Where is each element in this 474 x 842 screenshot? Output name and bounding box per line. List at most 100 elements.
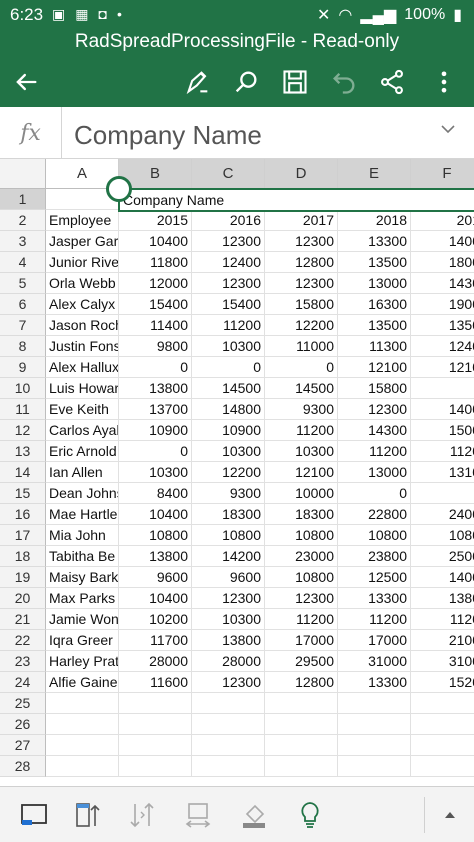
salary-cell[interactable]: 13800 xyxy=(119,546,192,567)
salary-cell[interactable]: 1350 xyxy=(411,315,474,336)
salary-cell[interactable]: 9300 xyxy=(192,483,265,504)
salary-cell[interactable]: 12300 xyxy=(338,399,411,420)
grid-cell[interactable] xyxy=(119,714,192,735)
header-year[interactable]: 201 xyxy=(411,210,474,231)
salary-cell[interactable]: 9600 xyxy=(119,567,192,588)
salary-cell[interactable]: 1520 xyxy=(411,672,474,693)
salary-cell[interactable]: 13300 xyxy=(338,231,411,252)
salary-cell[interactable]: 28000 xyxy=(192,651,265,672)
salary-cell[interactable]: 2400 xyxy=(411,504,474,525)
header-year[interactable]: 2016 xyxy=(192,210,265,231)
salary-cell[interactable]: 12300 xyxy=(265,273,338,294)
employee-name-cell[interactable]: Tabitha Be xyxy=(46,546,119,567)
salary-cell[interactable]: 12300 xyxy=(192,588,265,609)
salary-cell[interactable]: 10900 xyxy=(192,420,265,441)
employee-name-cell[interactable]: Eve Keith xyxy=(46,399,119,420)
grid-cell[interactable] xyxy=(119,735,192,756)
employee-name-cell[interactable]: Carlos Ayal xyxy=(46,420,119,441)
salary-cell[interactable]: 1400 xyxy=(411,231,474,252)
grid-cell[interactable] xyxy=(192,735,265,756)
salary-cell[interactable]: 23000 xyxy=(265,546,338,567)
header-employee[interactable]: Employee xyxy=(46,210,119,231)
row-header-10[interactable]: 10 xyxy=(0,378,46,399)
row-header-5[interactable]: 5 xyxy=(0,273,46,294)
salary-cell[interactable]: 11200 xyxy=(265,420,338,441)
employee-name-cell[interactable]: Jamie Won xyxy=(46,609,119,630)
grid-cell[interactable] xyxy=(411,714,474,735)
salary-cell[interactable]: 11200 xyxy=(338,609,411,630)
save-button[interactable] xyxy=(277,64,313,100)
row-header-14[interactable]: 14 xyxy=(0,462,46,483)
salary-cell[interactable]: 17000 xyxy=(338,630,411,651)
edit-button[interactable] xyxy=(180,64,216,100)
salary-cell[interactable]: 12300 xyxy=(265,588,338,609)
salary-cell[interactable]: 12500 xyxy=(338,567,411,588)
row-header-4[interactable]: 4 xyxy=(0,252,46,273)
salary-cell[interactable]: 2100 xyxy=(411,630,474,651)
salary-cell[interactable]: 10800 xyxy=(119,525,192,546)
salary-cell[interactable]: 13000 xyxy=(338,462,411,483)
salary-cell[interactable]: 12200 xyxy=(265,315,338,336)
grid-cell[interactable] xyxy=(119,756,192,777)
salary-cell[interactable]: 9300 xyxy=(265,399,338,420)
salary-cell[interactable]: 12300 xyxy=(265,231,338,252)
salary-cell[interactable]: 12800 xyxy=(265,672,338,693)
grid-cell[interactable] xyxy=(411,756,474,777)
chevron-down-icon[interactable] xyxy=(440,121,456,137)
grid-cell[interactable] xyxy=(119,693,192,714)
grid-cell[interactable] xyxy=(46,756,119,777)
salary-cell[interactable]: 23800 xyxy=(338,546,411,567)
header-year[interactable]: 2017 xyxy=(265,210,338,231)
employee-name-cell[interactable]: Alex Hallux xyxy=(46,357,119,378)
salary-cell[interactable]: 9800 xyxy=(119,336,192,357)
salary-cell[interactable]: 14500 xyxy=(265,378,338,399)
row-header-6[interactable]: 6 xyxy=(0,294,46,315)
employee-name-cell[interactable]: Orla Webb xyxy=(46,273,119,294)
salary-cell[interactable]: 12100 xyxy=(338,357,411,378)
row-header-18[interactable]: 18 xyxy=(0,546,46,567)
freeze-panes-button[interactable] xyxy=(70,797,106,833)
employee-name-cell[interactable]: Mia John xyxy=(46,525,119,546)
grid-cell[interactable] xyxy=(192,756,265,777)
row-header-2[interactable]: 2 xyxy=(0,210,46,231)
row-header-27[interactable]: 27 xyxy=(0,735,46,756)
salary-cell[interactable]: 13500 xyxy=(338,252,411,273)
column-header-c[interactable]: C xyxy=(192,159,265,189)
salary-cell[interactable]: 1120 xyxy=(411,441,474,462)
back-button[interactable] xyxy=(8,64,44,100)
salary-cell[interactable]: 0 xyxy=(192,357,265,378)
column-header-e[interactable]: E xyxy=(338,159,411,189)
salary-cell[interactable]: 1430 xyxy=(411,273,474,294)
salary-cell[interactable]: 1380 xyxy=(411,588,474,609)
salary-cell[interactable]: 13800 xyxy=(119,378,192,399)
row-header-20[interactable]: 20 xyxy=(0,588,46,609)
salary-cell[interactable]: 12800 xyxy=(265,252,338,273)
salary-cell[interactable]: 3100 xyxy=(411,651,474,672)
salary-cell[interactable]: 12300 xyxy=(192,672,265,693)
salary-cell[interactable]: 11700 xyxy=(119,630,192,651)
salary-cell[interactable]: 13300 xyxy=(338,588,411,609)
salary-cell[interactable]: 1500 xyxy=(411,420,474,441)
employee-name-cell[interactable]: Ian Allen xyxy=(46,462,119,483)
grid-cell[interactable] xyxy=(411,735,474,756)
row-header-28[interactable]: 28 xyxy=(0,756,46,777)
header-year[interactable]: 2015 xyxy=(119,210,192,231)
row-header-7[interactable]: 7 xyxy=(0,315,46,336)
employee-name-cell[interactable]: Justin Fons xyxy=(46,336,119,357)
employee-name-cell[interactable]: Maisy Bark xyxy=(46,567,119,588)
employee-name-cell[interactable]: Eric Arnold xyxy=(46,441,119,462)
ideas-button[interactable] xyxy=(292,797,328,833)
salary-cell[interactable]: 2500 xyxy=(411,546,474,567)
salary-cell[interactable]: 16300 xyxy=(338,294,411,315)
grid-cell[interactable] xyxy=(46,714,119,735)
employee-name-cell[interactable]: Jasper Garc xyxy=(46,231,119,252)
row-header-13[interactable]: 13 xyxy=(0,441,46,462)
salary-cell[interactable]: 10300 xyxy=(192,609,265,630)
more-options-button[interactable] xyxy=(426,64,462,100)
salary-cell[interactable]: 1400 xyxy=(411,567,474,588)
salary-cell[interactable] xyxy=(411,378,474,399)
row-header-12[interactable]: 12 xyxy=(0,420,46,441)
employee-name-cell[interactable]: Alex Calyx xyxy=(46,294,119,315)
salary-cell[interactable]: 13300 xyxy=(338,672,411,693)
row-header-17[interactable]: 17 xyxy=(0,525,46,546)
